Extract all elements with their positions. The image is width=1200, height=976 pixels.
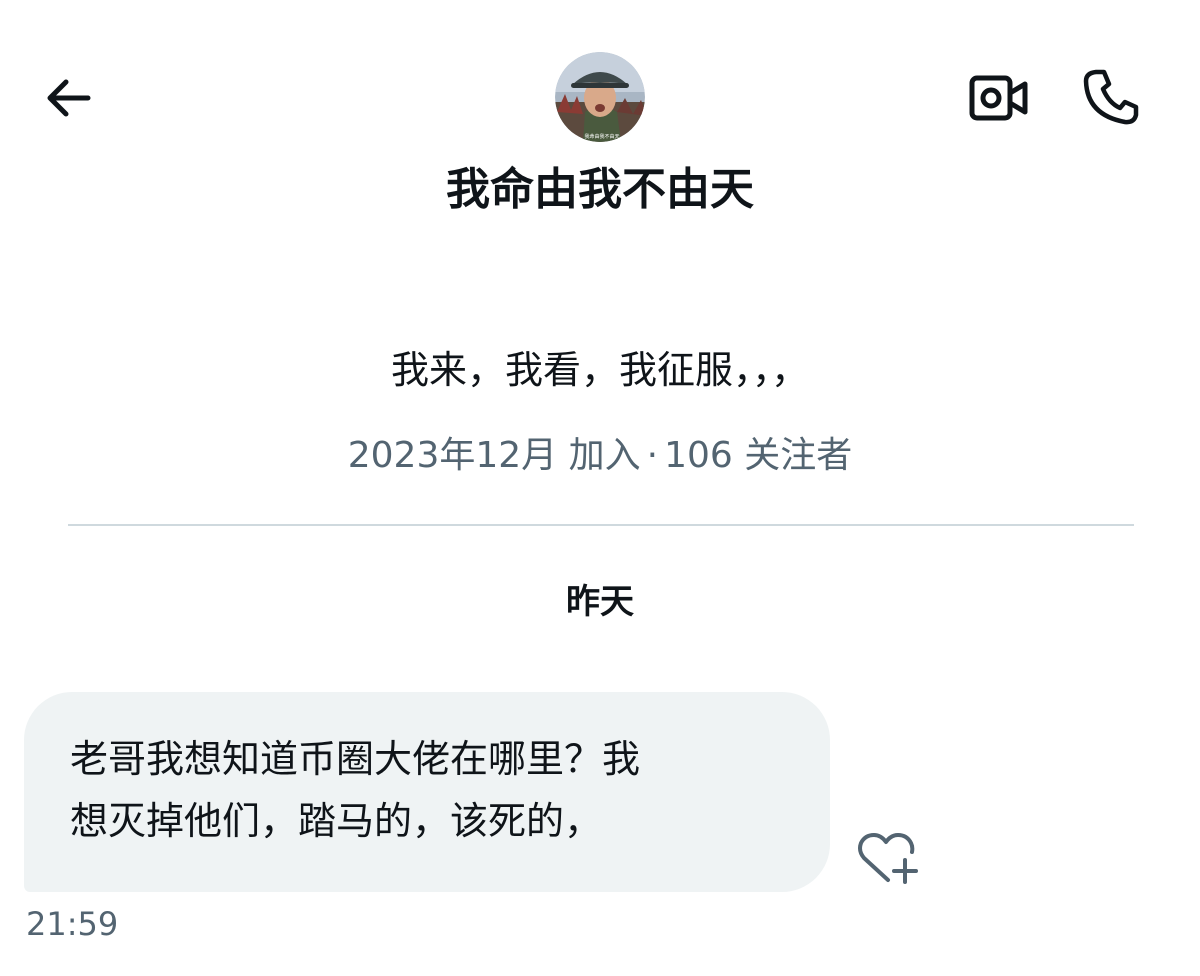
message-text-line: 老哥我想知道币圈大佬在哪里？我 bbox=[70, 737, 641, 781]
avatar-badge-text: 我命由我不由天 bbox=[584, 133, 619, 140]
video-camera-icon bbox=[969, 75, 1028, 121]
add-reaction-button[interactable] bbox=[852, 826, 922, 892]
voice-call-button[interactable] bbox=[1074, 62, 1148, 132]
message-timestamp: 21:59 bbox=[26, 905, 119, 943]
video-call-button[interactable] bbox=[962, 66, 1036, 130]
profile-photo: 我命由我不由天 bbox=[555, 52, 645, 142]
profile-meta: 2023年12月 加入 · 106 关注者 bbox=[0, 428, 1200, 484]
divider bbox=[68, 524, 1134, 526]
meta-separator: · bbox=[646, 435, 659, 476]
join-date: 2023年12月 加入 bbox=[347, 435, 641, 476]
profile-name[interactable]: 我命由我不由天 bbox=[0, 158, 1200, 222]
follower-count: 106 关注者 bbox=[664, 435, 853, 476]
profile-bio: 我来，我看，我征服，，， bbox=[390, 348, 809, 392]
phone-icon bbox=[1083, 69, 1139, 125]
message-bubble[interactable]: 老哥我想知道币圈大佬在哪里？我 想灭掉他们，踏马的，该死的， bbox=[24, 692, 830, 892]
back-button[interactable] bbox=[36, 70, 100, 126]
message-text-line: 想灭掉他们，踏马的，该死的， bbox=[70, 799, 603, 843]
day-label: 昨天 bbox=[566, 582, 634, 622]
dm-conversation-screen: 我命由我不由天 我命由我不由天 我来，我看，我征服，，， 2023年12月 加入… bbox=[0, 0, 1200, 976]
arrow-left-icon bbox=[47, 79, 91, 117]
heart-plus-icon bbox=[858, 833, 918, 884]
avatar[interactable]: 我命由我不由天 bbox=[555, 52, 645, 142]
